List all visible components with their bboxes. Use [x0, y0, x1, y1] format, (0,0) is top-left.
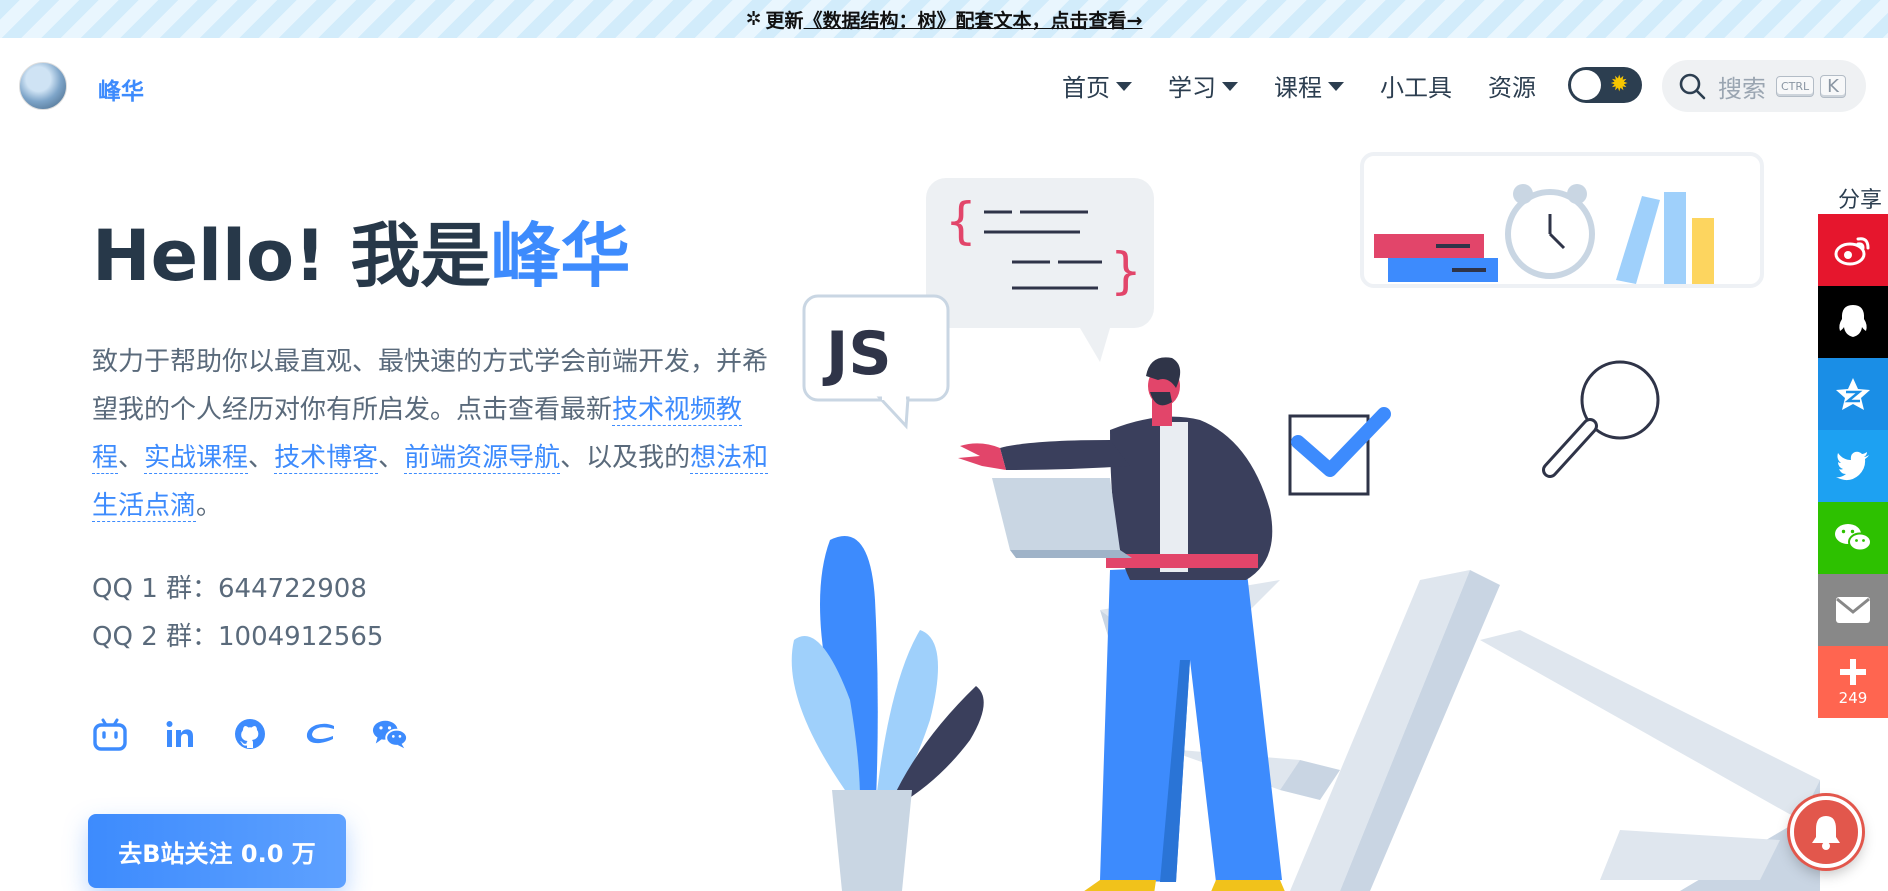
- plus-icon: [1840, 659, 1866, 685]
- nav-label: 资源: [1488, 74, 1536, 102]
- intro-sep: 、以及我的: [560, 443, 691, 473]
- toggle-knob: [1571, 70, 1601, 100]
- nav-label: 首页: [1062, 74, 1110, 102]
- intro-sep: 、: [118, 443, 145, 473]
- code-bubble: { }: [926, 178, 1154, 362]
- intro-sep: 、: [248, 443, 275, 473]
- qq-icon: [1839, 305, 1867, 337]
- email-icon: [1836, 597, 1870, 623]
- share-count: 249: [1838, 689, 1868, 707]
- banner-link[interactable]: 《数据结构：树》配套文本，点击查看→: [804, 6, 1143, 33]
- nav-label: 学习: [1168, 74, 1216, 102]
- github-icon[interactable]: [232, 716, 268, 752]
- bell-icon: [1812, 816, 1840, 850]
- share-weibo-button[interactable]: [1818, 214, 1888, 286]
- hero-intro: 致力于帮助你以最直观、最快速的方式学会前端开发，并希望我的个人经历对你有所启发。…: [92, 338, 772, 530]
- follow-bilibili-button[interactable]: 去B站关注 0.0 万: [88, 814, 346, 888]
- nav-label: 小工具: [1380, 74, 1452, 102]
- share-qq-button[interactable]: [1818, 286, 1888, 358]
- hero-title-highlight: 峰华: [490, 215, 631, 297]
- bookshelf-card: [1360, 152, 1764, 288]
- link-frontend-nav[interactable]: 前端资源导航: [404, 443, 561, 474]
- kbd-ctrl: CTRL: [1776, 75, 1815, 97]
- wechat-icon[interactable]: [372, 716, 408, 752]
- person-illustration: [958, 357, 1285, 891]
- avatar[interactable]: [19, 62, 67, 110]
- caret-down-icon: [1328, 82, 1344, 91]
- magnifier-decoration: [1542, 360, 1660, 478]
- announcement-banner: ✲ 更新 《数据结构：树》配套文本，点击查看→: [0, 0, 1888, 38]
- nav-item-resources[interactable]: 资源: [1488, 68, 1536, 103]
- kbd-k: K: [1820, 74, 1846, 98]
- wechat-icon: [1835, 524, 1872, 552]
- site-name[interactable]: 峰华: [98, 72, 144, 106]
- link-blog[interactable]: 技术博客: [274, 443, 379, 474]
- hero-illustration: { } JS: [791, 152, 1820, 891]
- svg-text:}: }: [1110, 242, 1142, 300]
- theme-toggle[interactable]: ✹: [1568, 67, 1642, 103]
- nav-item-tools[interactable]: 小工具: [1380, 68, 1452, 103]
- linkedin-icon[interactable]: [162, 716, 198, 752]
- juejin-icon[interactable]: [302, 716, 338, 752]
- share-more-button[interactable]: 249: [1818, 646, 1888, 718]
- svg-text:{: {: [945, 192, 977, 250]
- hero-title: Hello! 我是峰华: [92, 200, 630, 301]
- search-button[interactable]: 搜索 CTRL K: [1662, 60, 1866, 112]
- sun-icon: ✹: [1610, 72, 1629, 97]
- star-icon: ✲: [745, 8, 762, 30]
- link-courses[interactable]: 实战课程: [144, 443, 249, 474]
- intro-sep: 、: [378, 443, 405, 473]
- search-icon: [1679, 73, 1706, 100]
- qzone-icon: [1836, 378, 1870, 410]
- js-label: JS: [822, 319, 892, 389]
- nav-item-courses[interactable]: 课程: [1274, 68, 1344, 103]
- hero-title-prefix: Hello! 我是: [92, 215, 491, 297]
- twitter-icon: [1836, 451, 1869, 481]
- nav-menu: 首页 学习 课程 小工具 资源: [1062, 68, 1572, 103]
- search-placeholder: 搜索: [1718, 74, 1766, 103]
- nav-item-home[interactable]: 首页: [1062, 68, 1132, 103]
- nav-label: 课程: [1274, 74, 1322, 102]
- nav-item-learn[interactable]: 学习: [1168, 68, 1238, 103]
- qq-group-2: QQ 2 群：1004912565: [92, 622, 384, 652]
- checkbox-decoration: [1288, 407, 1391, 496]
- notification-bell-button[interactable]: [1790, 796, 1862, 868]
- bilibili-icon[interactable]: [92, 716, 128, 752]
- intro-end: 。: [196, 491, 223, 521]
- share-twitter-button[interactable]: [1818, 430, 1888, 502]
- caret-down-icon: [1222, 82, 1238, 91]
- weibo-icon: [1834, 237, 1870, 266]
- banner-prefix: 更新: [765, 9, 804, 32]
- plant-decoration: [791, 536, 984, 891]
- qq-group-1: QQ 1 群：644722908: [92, 574, 367, 604]
- navbar: 峰华 首页 学习 课程 小工具 资源 ✹ 搜索 CTRL K: [0, 38, 1888, 132]
- share-email-button[interactable]: [1818, 574, 1888, 646]
- caret-down-icon: [1116, 82, 1132, 91]
- share-title: 分享: [1838, 188, 1883, 213]
- social-links: [92, 716, 442, 752]
- share-bar: 249: [1818, 214, 1888, 718]
- share-qzone-button[interactable]: [1818, 358, 1888, 430]
- js-bubble: JS: [802, 294, 950, 430]
- share-wechat-button[interactable]: [1818, 502, 1888, 574]
